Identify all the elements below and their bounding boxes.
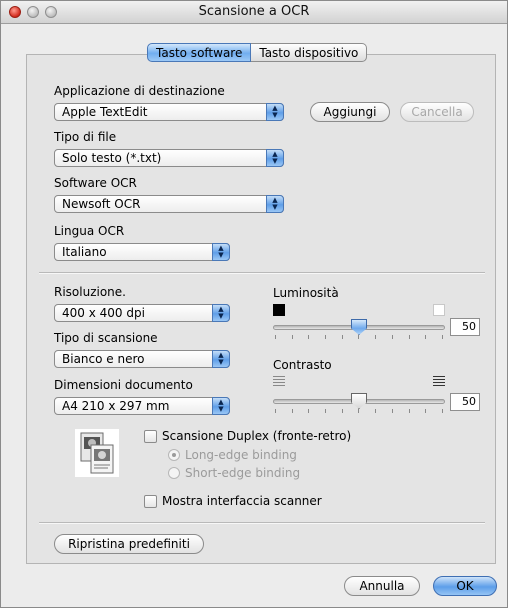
- add-button[interactable]: Aggiungi: [310, 102, 390, 122]
- duplex-checkbox[interactable]: [144, 430, 157, 443]
- ocr-software-value: Newsoft OCR: [62, 197, 141, 211]
- popup-arrows-icon: ▲ ▼: [212, 350, 230, 368]
- destination-value: Apple TextEdit: [62, 105, 148, 119]
- tab-bar: Tasto software Tasto dispositivo: [147, 43, 368, 63]
- duplex-scan-image: [75, 429, 119, 477]
- brightness-value-field[interactable]: 50: [450, 318, 480, 336]
- window-title: Scansione a OCR: [198, 4, 310, 19]
- file-type-popup[interactable]: Solo testo (*.txt) ▲ ▼: [54, 149, 284, 167]
- long-edge-label: Long-edge binding: [185, 448, 297, 462]
- contrast-value-field[interactable]: 50: [450, 393, 480, 411]
- ocr-language-label: Lingua OCR: [54, 224, 125, 238]
- scanner-interface-checkbox[interactable]: [144, 495, 157, 508]
- tab-device[interactable]: Tasto dispositivo: [251, 43, 368, 62]
- contrast-high-icon: [433, 376, 445, 388]
- document-size-value: A4 210 x 297 mm: [62, 399, 170, 413]
- brightness-label: Luminosità: [273, 286, 339, 300]
- dialog-window: Scansione a OCR Tasto software Tasto dis…: [0, 0, 508, 608]
- contrast-ticks: [275, 409, 443, 413]
- resolution-value: 400 x 400 dpi: [62, 306, 145, 320]
- duplex-label: Scansione Duplex (fronte-retro): [162, 429, 352, 443]
- popup-arrows-icon: ▲ ▼: [212, 243, 230, 261]
- document-size-label: Dimensioni documento: [54, 378, 193, 392]
- delete-button[interactable]: Cancella: [400, 102, 474, 122]
- popup-arrows-icon: ▲ ▼: [212, 397, 230, 415]
- popup-arrows-icon: ▲ ▼: [266, 149, 284, 167]
- resolution-popup[interactable]: 400 x 400 dpi ▲ ▼: [54, 304, 230, 322]
- document-size-popup[interactable]: A4 210 x 297 mm ▲ ▼: [54, 397, 230, 415]
- long-edge-radio[interactable]: [168, 449, 180, 461]
- restore-defaults-button[interactable]: Ripristina predefiniti: [54, 534, 204, 554]
- scan-type-popup[interactable]: Bianco e nero ▲ ▼: [54, 350, 230, 368]
- short-edge-label: Short-edge binding: [185, 466, 301, 480]
- short-edge-radio[interactable]: [168, 467, 180, 479]
- tab-software[interactable]: Tasto software: [147, 43, 252, 62]
- bottom-divider: [39, 522, 485, 524]
- scan-type-value: Bianco e nero: [62, 352, 145, 366]
- title-bar: Scansione a OCR: [1, 1, 507, 24]
- resolution-label: Risoluzione.: [54, 285, 126, 299]
- section-divider: [39, 272, 485, 274]
- ocr-language-value: Italiano: [62, 245, 107, 259]
- popup-arrows-icon: ▲ ▼: [212, 304, 230, 322]
- ok-button[interactable]: OK: [433, 576, 497, 596]
- destination-popup[interactable]: Apple TextEdit ▲ ▼: [54, 103, 284, 121]
- ocr-software-popup[interactable]: Newsoft OCR ▲ ▼: [54, 195, 284, 213]
- popup-arrows-icon: ▲ ▼: [266, 103, 284, 121]
- ocr-software-label: Software OCR: [54, 176, 137, 190]
- brightness-light-icon: [433, 304, 445, 316]
- destination-label: Applicazione di destinazione: [54, 84, 225, 98]
- brightness-ticks: [275, 335, 443, 339]
- brightness-dark-icon: [273, 304, 285, 316]
- ocr-language-popup[interactable]: Italiano ▲ ▼: [54, 243, 230, 261]
- scan-type-label: Tipo di scansione: [54, 331, 158, 345]
- cancel-button[interactable]: Annulla: [344, 576, 420, 596]
- file-type-label: Tipo di file: [54, 130, 117, 144]
- contrast-low-icon: [273, 376, 285, 388]
- scanner-interface-label: Mostra interfaccia scanner: [162, 494, 322, 508]
- contrast-label: Contrasto: [273, 358, 332, 372]
- file-type-value: Solo testo (*.txt): [62, 151, 162, 165]
- popup-arrows-icon: ▲ ▼: [266, 195, 284, 213]
